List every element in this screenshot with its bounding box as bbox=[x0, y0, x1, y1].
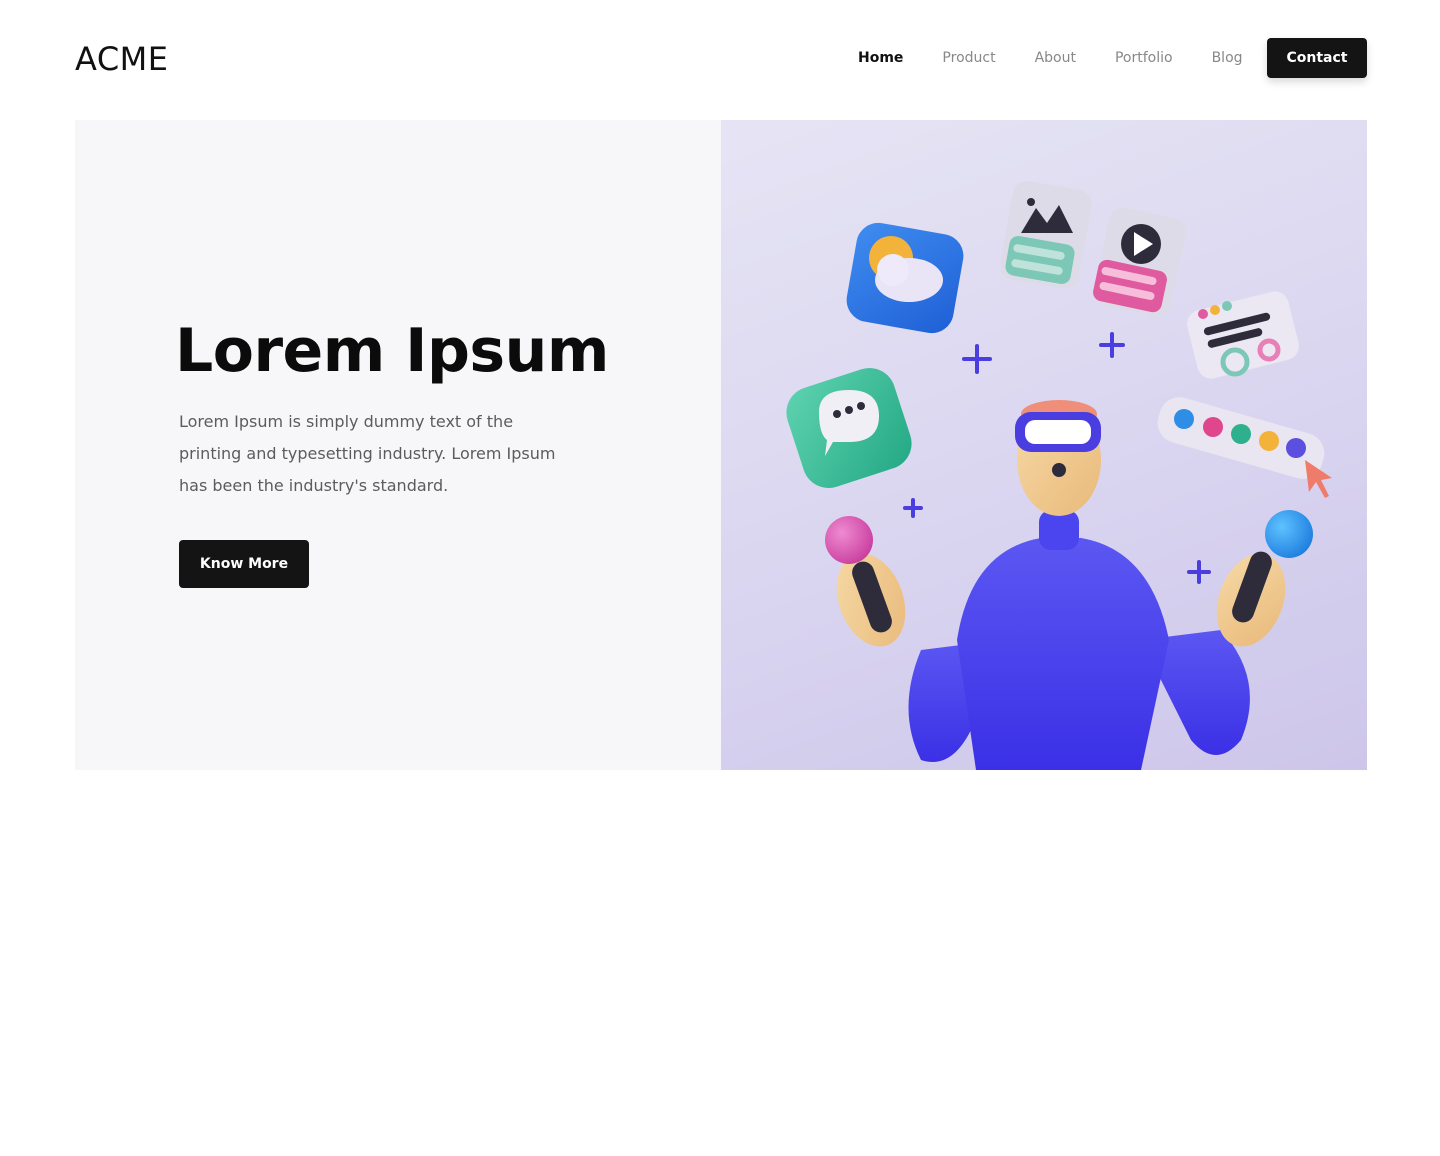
weather-app-icon bbox=[846, 222, 964, 334]
know-more-button[interactable]: Know More bbox=[179, 540, 309, 588]
vr-headset-icon bbox=[1015, 412, 1101, 452]
hero-title: Lorem Ipsum bbox=[175, 316, 609, 386]
nav-product[interactable]: Product bbox=[942, 50, 995, 66]
contact-button[interactable]: Contact bbox=[1267, 38, 1367, 78]
nav-portfolio[interactable]: Portfolio bbox=[1115, 50, 1173, 66]
nav-blog[interactable]: Blog bbox=[1212, 50, 1243, 66]
image-card-icon bbox=[1000, 181, 1092, 289]
hero-illustration-panel bbox=[721, 120, 1367, 770]
main-nav: Home Product About Portfolio Blog bbox=[848, 38, 1243, 78]
chat-bubble-icon bbox=[786, 368, 912, 488]
vr-person-illustration bbox=[786, 181, 1332, 770]
video-card-icon bbox=[1093, 207, 1186, 317]
hero-text-panel: Lorem Ipsum Lorem Ipsum is simply dummy … bbox=[75, 120, 721, 770]
hero-section: Lorem Ipsum Lorem Ipsum is simply dummy … bbox=[75, 120, 1367, 770]
site-header: ACME Home Product About Portfolio Blog C… bbox=[0, 0, 1440, 120]
nav-home[interactable]: Home bbox=[858, 50, 903, 66]
settings-card-icon bbox=[1187, 291, 1299, 379]
brand-logo[interactable]: ACME bbox=[75, 40, 169, 78]
nav-about[interactable]: About bbox=[1035, 50, 1076, 66]
color-palette-icon bbox=[1157, 397, 1325, 479]
hero-description: Lorem Ipsum is simply dummy text of the … bbox=[179, 412, 556, 495]
